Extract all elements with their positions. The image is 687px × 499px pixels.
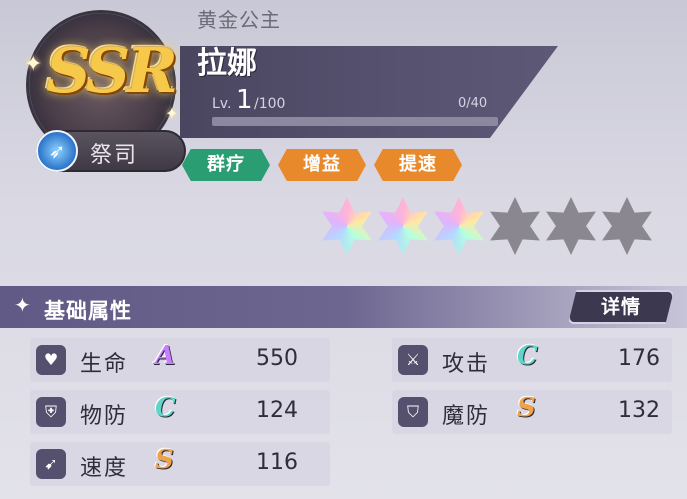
stat-label: 攻击 (442, 352, 491, 377)
sparkle-icon: ✦ (165, 104, 179, 123)
stat-grade: A (155, 341, 176, 371)
stat-value: 132 (618, 398, 660, 423)
level-value: 1 (236, 85, 253, 115)
tag-speed-up: 提速 (374, 149, 462, 181)
stat-value: 116 (256, 450, 298, 475)
section-title: 基础属性 (44, 299, 132, 323)
star-filled-icon (322, 197, 372, 255)
magic-shield-icon: ⛉ (398, 397, 428, 427)
stat-grade: S (155, 445, 174, 475)
wing-icon: ➹ (36, 449, 66, 479)
exp-bar (212, 117, 498, 126)
stat-label: 物防 (80, 404, 129, 429)
diamond-icon: ✦ (14, 293, 31, 317)
stat-value: 124 (256, 398, 298, 423)
stat-label: 生命 (80, 352, 129, 377)
star-empty-icon (546, 197, 596, 255)
stat-value: 176 (618, 346, 660, 371)
class-name: 祭司 (90, 143, 139, 168)
heart-icon: ♥ (36, 345, 66, 375)
stat-label: 速度 (80, 456, 129, 481)
star-filled-icon (378, 197, 428, 255)
star-empty-icon (490, 197, 540, 255)
sparkle-icon: ✦ (24, 52, 43, 77)
exp-text: 0/40 (458, 96, 488, 111)
stat-grade: C (155, 393, 176, 423)
stat-grade: C (517, 341, 538, 371)
stat-value: 550 (256, 346, 298, 371)
hero-detail-panel: SSR ✦ ✦ ➶ 祭司 黄金公主 拉娜 Lv. 1 /100 0/40 群疗 … (0, 0, 687, 499)
shield-icon: ⛨ (36, 397, 66, 427)
character-name: 拉娜 (197, 46, 257, 81)
sword-icon: ⚔ (398, 345, 428, 375)
level-prefix: Lv. (212, 96, 232, 112)
tag-buff: 增益 (278, 149, 366, 181)
tag-group-heal: 群疗 (182, 149, 270, 181)
star-empty-icon (602, 197, 652, 255)
level-max: /100 (254, 96, 286, 112)
details-button[interactable]: 详情 (568, 290, 674, 324)
stat-label: 魔防 (442, 404, 491, 429)
star-filled-icon (434, 197, 484, 255)
stat-grade: S (517, 393, 536, 423)
running-figure-icon: ➶ (36, 130, 78, 172)
character-title: 黄金公主 (197, 8, 281, 32)
rarity-label: SSR (46, 34, 178, 107)
